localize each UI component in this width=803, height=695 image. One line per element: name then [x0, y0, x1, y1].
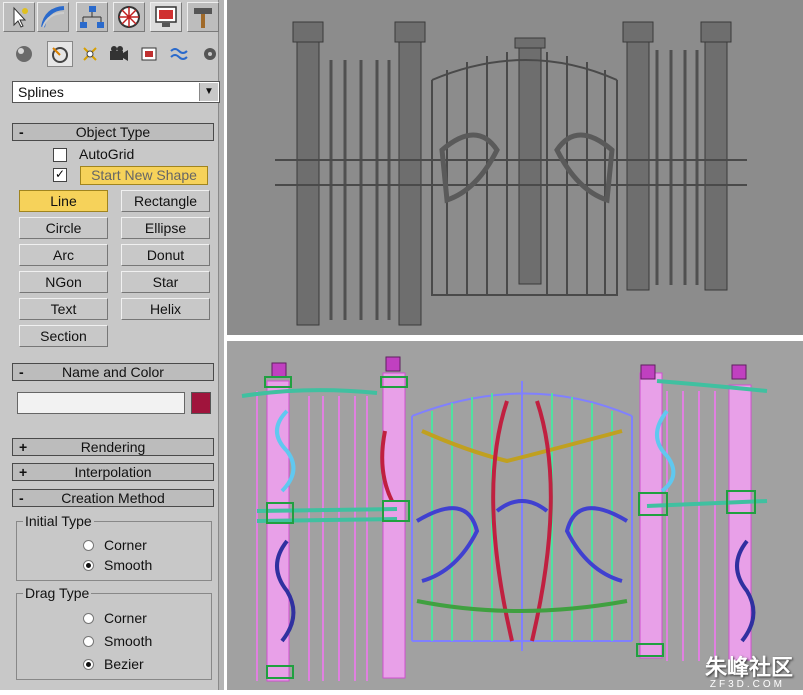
initial-corner-radio[interactable] — [83, 540, 94, 551]
gate-shaded-render — [275, 21, 747, 326]
line-button[interactable]: Line — [19, 190, 108, 212]
creation-method-rollout[interactable]: - Creation Method — [12, 489, 214, 507]
panel-scrollbar[interactable] — [218, 0, 224, 690]
display-tab[interactable] — [150, 2, 182, 32]
cameras-icon[interactable] — [106, 42, 130, 66]
watermark-site: ZF3D.COM — [709, 679, 785, 690]
initial-corner-label: Corner — [104, 537, 147, 553]
start-new-shape-checkbox[interactable]: ✓ — [53, 168, 67, 182]
name-and-color-title: Name and Color — [62, 364, 164, 380]
wireframe-viewport[interactable]: 朱峰社区 ZF3D.COM — [227, 341, 803, 690]
helpers-icon[interactable] — [138, 42, 162, 66]
autogrid-label: AutoGrid — [79, 146, 135, 162]
interpolation-title: Interpolation — [74, 464, 152, 480]
text-button[interactable]: Text — [19, 298, 108, 320]
circle-button[interactable]: Circle — [19, 217, 108, 239]
command-panel: Splines ▼ - Object Type AutoGrid ✓ Start… — [0, 0, 224, 690]
utilities-tab[interactable] — [187, 2, 219, 32]
donut-button[interactable]: Donut — [121, 244, 210, 266]
helix-button[interactable]: Helix — [121, 298, 210, 320]
name-and-color-rollout[interactable]: - Name and Color — [12, 363, 214, 381]
star-button[interactable]: Star — [121, 271, 210, 293]
creation-method-title: Creation Method — [61, 490, 165, 506]
spacewarps-icon[interactable] — [168, 42, 192, 66]
shaded-viewport[interactable] — [227, 0, 803, 335]
object-name-field[interactable] — [17, 392, 185, 414]
rendering-title: Rendering — [80, 439, 146, 455]
systems-gear-icon[interactable] — [198, 42, 222, 66]
start-new-shape-button[interactable]: Start New Shape — [80, 166, 208, 185]
lights-icon[interactable] — [78, 42, 102, 66]
shapes-icon[interactable] — [47, 41, 73, 67]
create-tab[interactable] — [3, 2, 35, 32]
interpolation-rollout[interactable]: + Interpolation — [12, 463, 214, 481]
drag-bezier-label: Bezier — [104, 656, 144, 672]
autogrid-checkbox[interactable] — [53, 148, 67, 162]
section-button[interactable]: Section — [19, 325, 108, 347]
rendering-rollout[interactable]: + Rendering — [12, 438, 214, 456]
initial-smooth-label: Smooth — [104, 557, 153, 573]
hierarchy-tab[interactable] — [76, 2, 108, 32]
drag-smooth-label: Smooth — [104, 633, 153, 649]
gate-wireframe-render — [241, 356, 768, 682]
motion-icon — [118, 6, 140, 28]
drag-type-title: Drag Type — [23, 585, 92, 601]
chevron-down-icon[interactable]: ▼ — [199, 83, 218, 101]
drag-bezier-radio[interactable] — [83, 659, 94, 670]
rectangle-button[interactable]: Rectangle — [121, 190, 210, 212]
display-monitor-icon — [155, 6, 177, 27]
modify-curve-icon — [41, 6, 65, 28]
category-dropdown[interactable]: Splines ▼ — [12, 81, 220, 103]
hierarchy-icon — [80, 6, 104, 28]
category-dropdown-value: Splines — [18, 84, 64, 100]
watermark-brand: 朱峰社区 — [704, 655, 793, 680]
drag-corner-radio[interactable] — [83, 613, 94, 624]
ellipse-button[interactable]: Ellipse — [121, 217, 210, 239]
ngon-button[interactable]: NGon — [19, 271, 108, 293]
initial-smooth-radio[interactable] — [83, 560, 94, 571]
hammer-icon — [194, 8, 212, 28]
object-type-rollout[interactable]: - Object Type — [12, 123, 214, 141]
arc-button[interactable]: Arc — [19, 244, 108, 266]
create-arrow-icon — [13, 6, 28, 28]
geometry-sphere-icon[interactable] — [12, 42, 36, 66]
drag-smooth-radio[interactable] — [83, 636, 94, 647]
motion-tab[interactable] — [113, 2, 145, 32]
initial-type-title: Initial Type — [23, 513, 94, 529]
object-type-title: Object Type — [75, 124, 151, 140]
modify-tab[interactable] — [37, 2, 69, 32]
object-color-swatch[interactable] — [191, 392, 211, 414]
drag-corner-label: Corner — [104, 610, 147, 626]
